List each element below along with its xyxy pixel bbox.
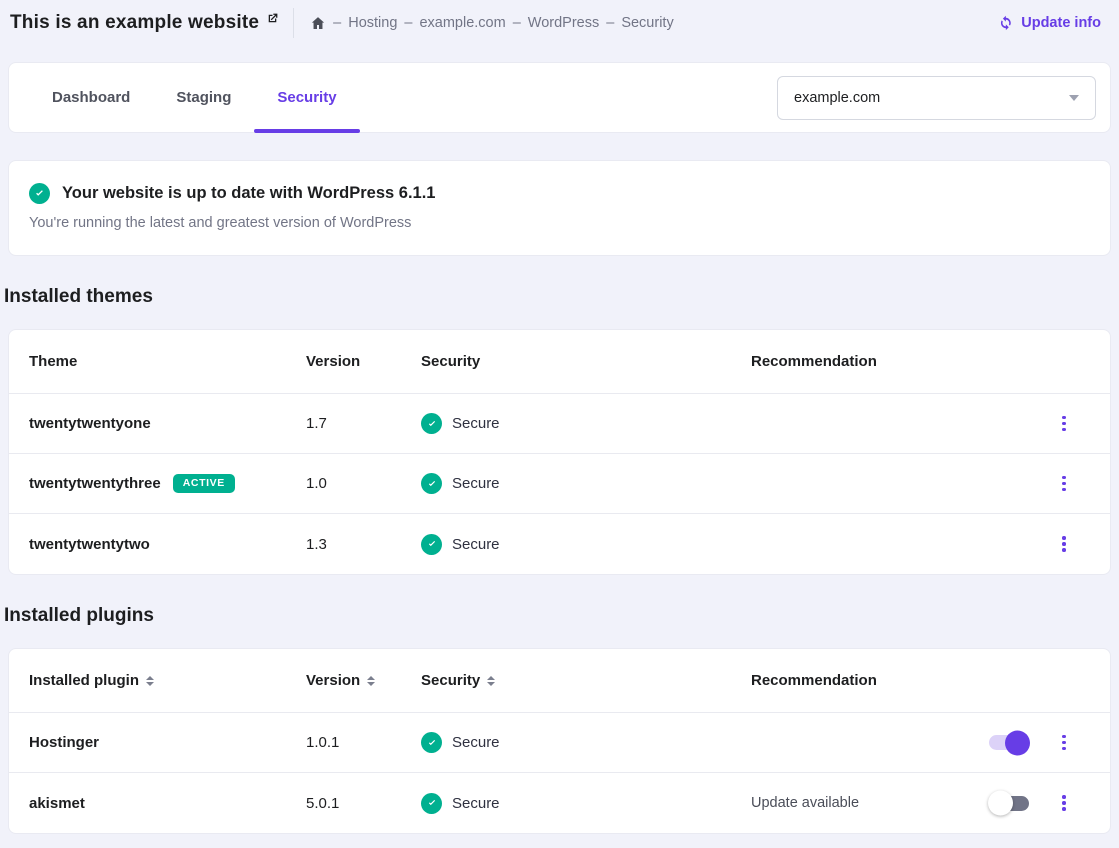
- security-status: Secure: [421, 732, 751, 753]
- external-link-icon[interactable]: [266, 12, 279, 25]
- breadcrumb-separator: –: [513, 15, 521, 31]
- refresh-icon: [998, 15, 1014, 31]
- column-version[interactable]: Version: [306, 672, 421, 689]
- breadcrumb-item-hosting[interactable]: Hosting: [348, 15, 397, 31]
- secure-check-icon: [421, 413, 442, 434]
- theme-name: twentytwentytwo: [29, 536, 306, 553]
- page-title: This is an example website: [10, 12, 259, 34]
- tab-dashboard[interactable]: Dashboard: [29, 63, 153, 132]
- row-actions-kebab-menu[interactable]: [1049, 409, 1079, 439]
- security-status: Secure: [421, 793, 751, 814]
- themes-table-header: Theme Version Security Recommendation: [9, 330, 1110, 394]
- secure-check-icon: [421, 732, 442, 753]
- breadcrumb-item-security[interactable]: Security: [621, 15, 673, 31]
- recommendation-cell: Update available: [751, 795, 976, 811]
- column-installed-plugin[interactable]: Installed plugin: [29, 672, 306, 689]
- theme-name: twentytwentythree ACTIVE: [29, 474, 306, 493]
- table-row-twentytwentyone: twentytwentyone 1.7 Secure: [9, 394, 1110, 454]
- active-tab-underline: [254, 129, 359, 133]
- breadcrumb-item-domain[interactable]: example.com: [419, 15, 505, 31]
- breadcrumb-separator: –: [606, 15, 614, 31]
- table-row-twentytwentythree: twentytwentythree ACTIVE 1.0 Secure: [9, 454, 1110, 514]
- sort-icon: [487, 676, 495, 686]
- column-security: Security: [421, 353, 751, 370]
- breadcrumb-separator: –: [404, 15, 412, 31]
- row-actions-kebab-menu[interactable]: [1049, 728, 1079, 758]
- tab-staging[interactable]: Staging: [153, 63, 254, 132]
- table-row-hostinger: Hostinger 1.0.1 Secure: [9, 713, 1110, 773]
- theme-version: 1.7: [306, 415, 421, 432]
- plugin-version: 5.0.1: [306, 795, 421, 812]
- row-actions-kebab-menu[interactable]: [1049, 529, 1079, 559]
- domain-select[interactable]: example.com: [777, 76, 1096, 120]
- security-status: Secure: [421, 534, 751, 555]
- column-recommendation: Recommendation: [751, 353, 976, 370]
- theme-name: twentytwentyone: [29, 415, 306, 432]
- plugin-name: akismet: [29, 795, 306, 812]
- wordpress-status-card: Your website is up to date with WordPres…: [8, 160, 1111, 256]
- row-actions-kebab-menu[interactable]: [1049, 469, 1079, 499]
- tab-security[interactable]: Security: [254, 63, 359, 132]
- secure-check-icon: [421, 793, 442, 814]
- status-title: Your website is up to date with WordPres…: [62, 184, 435, 203]
- column-version: Version: [306, 353, 421, 370]
- plugins-table: Installed plugin Version Security Recomm…: [8, 648, 1111, 834]
- tab-label: Dashboard: [52, 89, 130, 106]
- top-header: This is an example website – Hosting – e…: [0, 0, 1119, 46]
- theme-version: 1.3: [306, 536, 421, 553]
- plugin-version: 1.0.1: [306, 734, 421, 751]
- secure-check-icon: [421, 534, 442, 555]
- header-divider: [293, 8, 294, 38]
- row-actions-kebab-menu[interactable]: [1049, 788, 1079, 818]
- sort-icon: [146, 676, 154, 686]
- column-security[interactable]: Security: [421, 672, 751, 689]
- update-info-button[interactable]: Update info: [998, 15, 1101, 31]
- table-row-akismet: akismet 5.0.1 Secure Update available: [9, 773, 1110, 833]
- status-subtitle: You're running the latest and greatest v…: [29, 215, 1090, 231]
- secure-check-icon: [421, 473, 442, 494]
- plugins-heading: Installed plugins: [4, 605, 1119, 627]
- tab-label: Security: [277, 89, 336, 106]
- column-theme: Theme: [29, 353, 306, 370]
- security-status: Secure: [421, 473, 751, 494]
- tab-label: Staging: [176, 89, 231, 106]
- themes-table: Theme Version Security Recommendation tw…: [8, 329, 1111, 575]
- domain-select-value: example.com: [794, 90, 880, 106]
- check-circle-icon: [29, 183, 50, 204]
- tab-bar: Dashboard Staging Security example.com: [8, 62, 1111, 133]
- sort-icon: [367, 676, 375, 686]
- plugin-enabled-toggle[interactable]: [989, 735, 1029, 750]
- breadcrumb-separator: –: [333, 15, 341, 31]
- plugin-enabled-toggle[interactable]: [989, 796, 1029, 811]
- table-row-twentytwentytwo: twentytwentytwo 1.3 Secure: [9, 514, 1110, 574]
- themes-heading: Installed themes: [4, 286, 1119, 308]
- breadcrumb: – Hosting – example.com – WordPress – Se…: [310, 15, 674, 31]
- update-info-label: Update info: [1021, 15, 1101, 31]
- security-status: Secure: [421, 413, 751, 434]
- plugin-name: Hostinger: [29, 734, 306, 751]
- theme-version: 1.0: [306, 475, 421, 492]
- active-badge: ACTIVE: [173, 474, 235, 493]
- column-recommendation: Recommendation: [751, 672, 976, 689]
- plugins-table-header: Installed plugin Version Security Recomm…: [9, 649, 1110, 713]
- chevron-down-icon: [1069, 95, 1079, 101]
- home-icon[interactable]: [310, 15, 326, 31]
- breadcrumb-item-wordpress[interactable]: WordPress: [528, 15, 599, 31]
